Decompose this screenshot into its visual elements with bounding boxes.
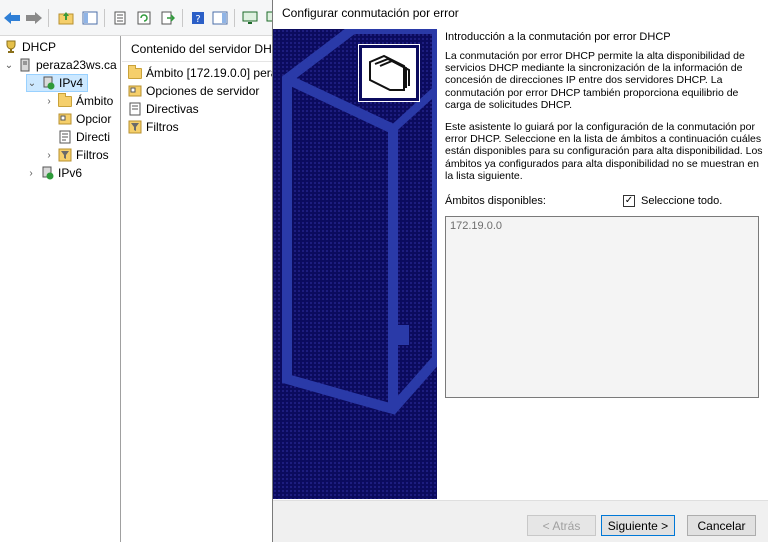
- tree-label-dhcp: DHCP: [22, 40, 57, 54]
- refresh-icon[interactable]: [134, 8, 154, 28]
- instructions-paragraph: Este asistente lo guiará por la configur…: [445, 121, 763, 182]
- intro-heading: Introducción a la conmutación por error …: [445, 31, 671, 43]
- up-folder-icon[interactable]: [56, 8, 76, 28]
- content-item-label: Ámbito [172.19.0.0] pera: [146, 66, 278, 80]
- server-icon: [20, 58, 30, 72]
- cancel-button[interactable]: Cancelar: [687, 515, 756, 536]
- content-header: Contenido del servidor DHC: [122, 36, 272, 62]
- ipv4-icon: [43, 76, 55, 90]
- server-options-icon: [58, 113, 72, 125]
- content-pane: Contenido del servidor DHC Ámbito [172.1…: [122, 36, 277, 542]
- select-all-checkbox[interactable]: ✓ Seleccione todo.: [623, 195, 722, 207]
- tree-label-ambitos: Ámbito: [76, 94, 114, 108]
- folders-icon: [358, 44, 420, 102]
- tree-item-directivas[interactable]: Directi: [58, 128, 110, 146]
- tree-label-server: peraza23ws.ca: [36, 58, 117, 72]
- next-button[interactable]: Siguiente >: [601, 515, 675, 536]
- tree-item-ambitos[interactable]: › Ámbito: [44, 92, 113, 110]
- tree-item-opciones[interactable]: Opcior: [58, 110, 111, 128]
- content-item-server-options[interactable]: Opciones de servidor: [128, 82, 259, 100]
- dhcp-trophy-icon: [6, 40, 16, 53]
- wizard-banner-art: [273, 29, 437, 499]
- show-tree-icon[interactable]: [80, 8, 100, 28]
- properties-icon[interactable]: [110, 8, 130, 28]
- server-options-icon: [128, 85, 142, 97]
- action-pane-icon[interactable]: [210, 8, 230, 28]
- tree-label-ipv6: IPv6: [58, 166, 83, 180]
- toolbar: ?: [0, 0, 280, 36]
- filter-icon: [128, 120, 142, 134]
- content-item-filters[interactable]: Filtros: [128, 118, 179, 136]
- monitor-icon[interactable]: [240, 8, 260, 28]
- tree-label-opciones: Opcior: [76, 112, 112, 126]
- tree-label-directivas: Directi: [76, 130, 111, 144]
- tree-label-ipv4: IPv4: [59, 76, 84, 90]
- tree-item-filtros[interactable]: › Filtros: [44, 146, 109, 164]
- content-item-scope[interactable]: Ámbito [172.19.0.0] pera: [128, 64, 277, 82]
- available-scopes-list[interactable]: 172.19.0.0: [445, 216, 759, 398]
- back-button[interactable]: < Atrás: [527, 515, 596, 536]
- help-icon[interactable]: ?: [188, 8, 208, 28]
- chevron-down-icon[interactable]: ⌄: [4, 60, 14, 71]
- content-item-policies[interactable]: Directivas: [128, 100, 199, 118]
- forward-arrow-icon[interactable]: [24, 8, 44, 28]
- tree-item-server[interactable]: ⌄ peraza23ws.ca: [4, 56, 117, 74]
- available-scopes-label: Ámbitos disponibles:: [445, 195, 546, 207]
- intro-paragraph: La conmutación por error DHCP permite la…: [445, 50, 745, 111]
- policies-icon: [59, 130, 71, 144]
- policies-icon: [129, 102, 141, 116]
- chevron-right-icon[interactable]: ›: [44, 96, 54, 107]
- folder-icon: [58, 93, 72, 107]
- tree-item-ipv4[interactable]: ⌄ IPv4: [26, 74, 89, 92]
- chevron-down-icon[interactable]: ⌄: [27, 78, 37, 89]
- tree-item-dhcp[interactable]: DHCP: [4, 38, 56, 56]
- failover-wizard-dialog: Configurar conmutación por error Introdu…: [272, 0, 768, 542]
- tree-item-ipv6[interactable]: › IPv6: [26, 164, 82, 182]
- tree-label-filtros: Filtros: [76, 148, 109, 162]
- back-arrow-icon[interactable]: [2, 8, 22, 28]
- checkbox-box[interactable]: ✓: [623, 195, 635, 207]
- console-tree: DHCP ⌄ peraza23ws.ca ⌄ IPv4 › Ámbito Opc…: [0, 36, 121, 542]
- chevron-right-icon[interactable]: ›: [26, 168, 36, 179]
- filter-icon: [58, 148, 72, 162]
- list-item[interactable]: 172.19.0.0: [450, 220, 502, 232]
- folder-icon: [128, 65, 142, 79]
- ipv6-icon: [42, 166, 54, 180]
- export-list-icon[interactable]: [158, 8, 178, 28]
- wizard-body: Introducción a la conmutación por error …: [445, 29, 763, 499]
- svg-text:?: ?: [195, 14, 200, 25]
- dialog-footer: < Atrás Siguiente > Cancelar: [273, 500, 768, 542]
- content-item-label: Directivas: [146, 102, 199, 116]
- content-item-label: Filtros: [146, 120, 179, 134]
- select-all-label: Seleccione todo.: [641, 195, 723, 207]
- chevron-right-icon[interactable]: ›: [44, 150, 54, 161]
- dialog-title: Configurar conmutación por error: [273, 0, 768, 28]
- content-item-label: Opciones de servidor: [146, 84, 260, 98]
